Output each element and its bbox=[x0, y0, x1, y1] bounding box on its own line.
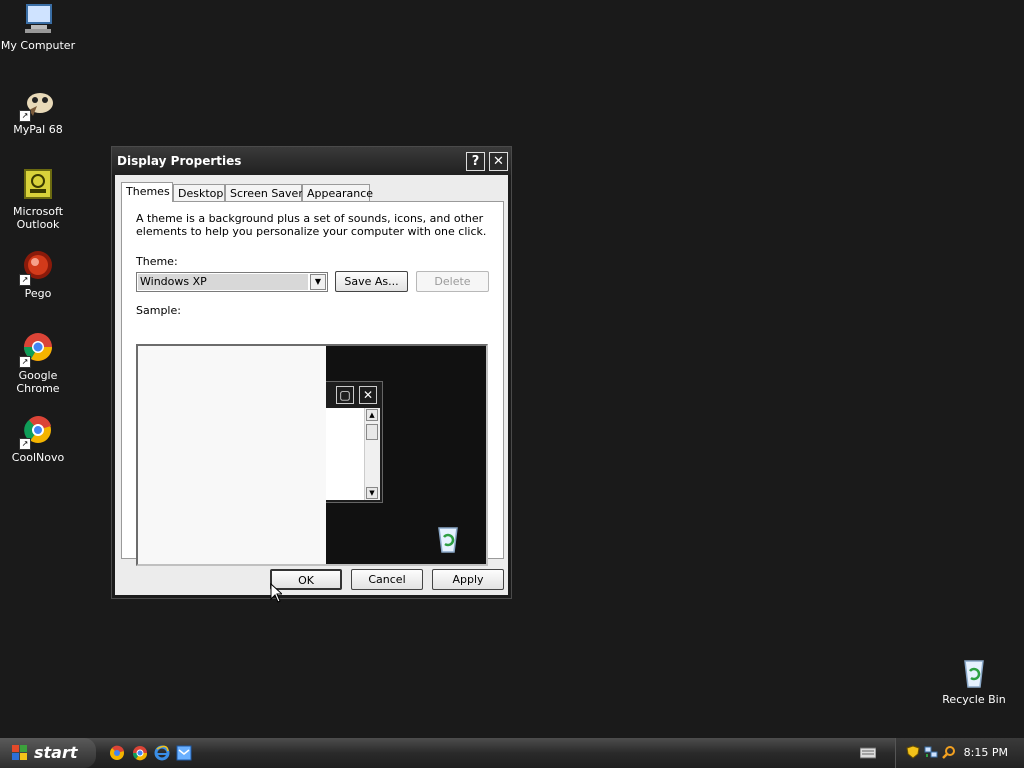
internet-explorer-quicklaunch-icon[interactable] bbox=[154, 745, 170, 761]
theme-sample-preview: ▢ ✕ ▲ ▼ bbox=[136, 344, 488, 566]
shortcut-arrow-icon: ↗ bbox=[19, 110, 31, 122]
desktop-icon-my-computer[interactable]: My Computer bbox=[0, 2, 78, 52]
chrome-quicklaunch-icon[interactable] bbox=[132, 745, 148, 761]
chevron-down-icon[interactable]: ▼ bbox=[310, 274, 326, 290]
security-shield-icon[interactable] bbox=[906, 745, 920, 759]
theme-select-value: Windows XP bbox=[138, 274, 308, 290]
windows-logo-icon bbox=[12, 745, 28, 761]
dialog-title: Display Properties bbox=[117, 154, 242, 168]
tab-desktop[interactable]: Desktop bbox=[173, 184, 225, 201]
dialog-titlebar[interactable]: Display Properties ? ✕ bbox=[112, 147, 511, 175]
theme-description: A theme is a background plus a set of so… bbox=[136, 212, 487, 238]
search-icon[interactable] bbox=[942, 745, 956, 759]
shortcut-arrow-icon: ↗ bbox=[19, 438, 31, 450]
desktop-icon-label: My Computer bbox=[0, 39, 76, 52]
desktop-icon-google-chrome[interactable]: ↗ Google Chrome bbox=[0, 332, 78, 395]
shortcut-arrow-icon: ↗ bbox=[19, 274, 31, 286]
tab-themes[interactable]: Themes bbox=[121, 182, 173, 202]
delete-button: Delete bbox=[416, 271, 489, 292]
start-button[interactable]: start bbox=[0, 738, 96, 768]
sample-label: Sample: bbox=[136, 304, 181, 317]
theme-select[interactable]: Windows XP ▼ bbox=[136, 272, 328, 292]
tab-screen-saver[interactable]: Screen Saver bbox=[225, 184, 303, 201]
dialog-client-area: Themes Desktop Screen Saver Appearance A… bbox=[115, 175, 508, 595]
desktop-icon-label: MyPal 68 bbox=[13, 123, 63, 136]
desktop-icon-pego[interactable]: ↗ Pego bbox=[0, 250, 78, 300]
network-icon[interactable] bbox=[924, 745, 938, 759]
sample-window-body: ▲ ▼ bbox=[326, 408, 380, 500]
scroll-up-icon: ▲ bbox=[366, 409, 378, 421]
start-label: start bbox=[34, 743, 78, 762]
outlook-icon bbox=[21, 168, 55, 202]
coolnovo-quicklaunch-icon[interactable] bbox=[109, 745, 125, 761]
shortcut-arrow-icon: ↗ bbox=[19, 356, 31, 368]
sample-scrollbar: ▲ ▼ bbox=[364, 408, 380, 500]
taskbar-clock[interactable]: 8:15 PM bbox=[964, 746, 1008, 759]
recycle-bin-icon bbox=[957, 656, 991, 690]
keyboard-icon[interactable] bbox=[859, 747, 877, 759]
desktop-icon-mypal[interactable]: ↗ MyPal 68 bbox=[0, 86, 78, 136]
sample-window: ▢ ✕ ▲ ▼ bbox=[326, 381, 383, 503]
maximize-icon: ▢ bbox=[336, 386, 354, 404]
scroll-down-icon: ▼ bbox=[366, 487, 378, 499]
themes-panel: A theme is a background plus a set of so… bbox=[121, 201, 504, 566]
coolnovo-icon: ↗ bbox=[19, 414, 55, 450]
pego-icon: ↗ bbox=[19, 250, 55, 286]
apply-button[interactable]: Apply bbox=[432, 569, 504, 590]
close-icon: ✕ bbox=[359, 386, 377, 404]
outlook-express-quicklaunch-icon[interactable] bbox=[176, 745, 192, 761]
display-properties-dialog: Display Properties ? ✕ Themes Desktop Sc… bbox=[111, 146, 512, 599]
taskbar: start 8:15 PM bbox=[0, 738, 1024, 768]
chrome-icon: ↗ bbox=[19, 332, 55, 368]
desktop-icon-coolnovo[interactable]: ↗ CoolNovo bbox=[0, 414, 78, 464]
help-button[interactable]: ? bbox=[466, 152, 485, 171]
desktop-icon-label: Microsoft Outlook bbox=[12, 205, 64, 231]
system-tray: 8:15 PM bbox=[895, 738, 1024, 768]
desktop-icon-label: Google Chrome bbox=[16, 369, 60, 395]
sample-left-area bbox=[138, 346, 327, 564]
desktop-icon-label: Recycle Bin bbox=[942, 693, 1006, 706]
theme-label: Theme: bbox=[136, 255, 178, 268]
desktop-icon-recycle-bin[interactable]: Recycle Bin bbox=[934, 656, 1014, 706]
close-button[interactable]: ✕ bbox=[489, 152, 508, 171]
tab-appearance[interactable]: Appearance bbox=[302, 184, 373, 201]
desktop-icon-label: Pego bbox=[24, 287, 52, 300]
desktop-icon-outlook[interactable]: Microsoft Outlook bbox=[0, 168, 78, 231]
save-as-button[interactable]: Save As... bbox=[335, 271, 408, 292]
computer-icon bbox=[21, 2, 55, 36]
desktop-icon-label: CoolNovo bbox=[11, 451, 65, 464]
mypal-icon: ↗ bbox=[19, 86, 55, 122]
scroll-thumb bbox=[366, 424, 378, 440]
mouse-cursor-icon bbox=[270, 582, 284, 603]
cancel-button[interactable]: Cancel bbox=[351, 569, 423, 590]
sample-recycle-bin-icon bbox=[434, 524, 462, 554]
